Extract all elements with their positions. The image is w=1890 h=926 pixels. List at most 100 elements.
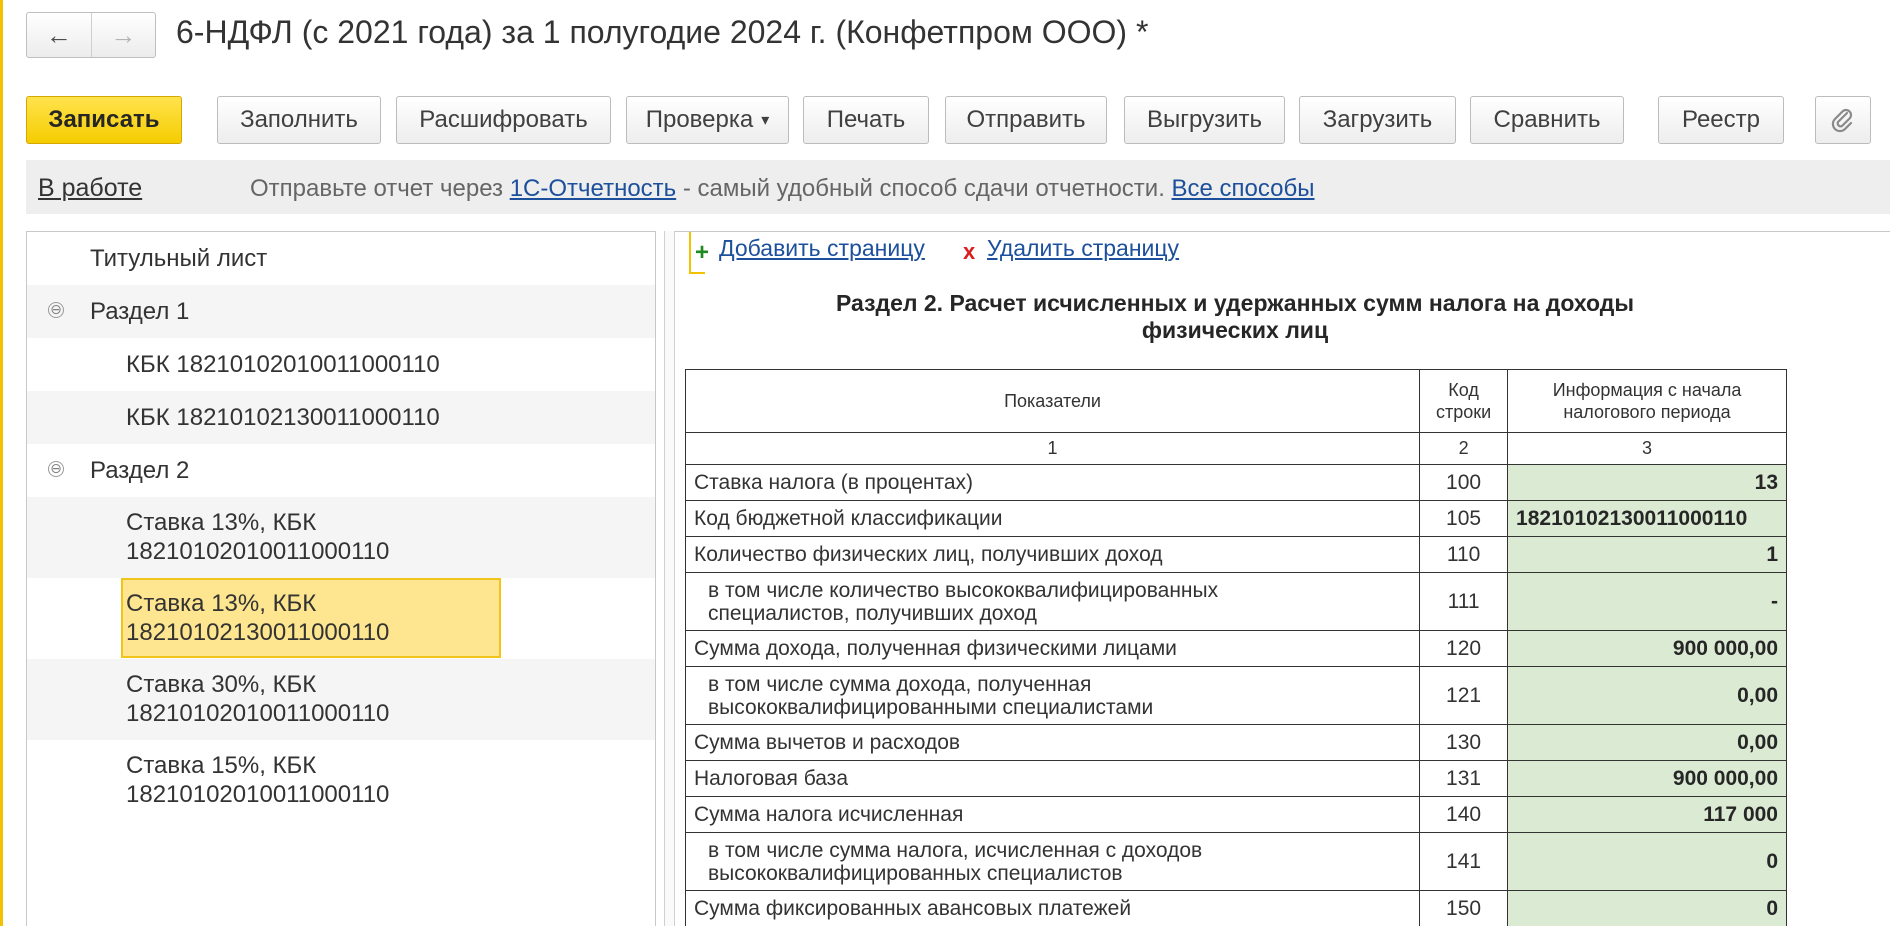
- tree-item-section1[interactable]: ⊖ Раздел 1: [27, 285, 655, 338]
- all-methods-link[interactable]: Все способы: [1172, 175, 1315, 202]
- tree-item-kbk-1[interactable]: КБК 18210102010011000110: [27, 338, 655, 391]
- table-row: Сумма фиксированных авансовых платежей 1…: [684, 890, 1787, 926]
- export-button[interactable]: Выгрузить: [1124, 96, 1285, 144]
- table-header-row: Показатели Код строки Информация с начала…: [684, 369, 1787, 433]
- report-table: Показатели Код строки Информация с начала…: [684, 369, 1787, 926]
- table-row: в том числе сумма дохода, полученная высо…: [684, 666, 1787, 725]
- value-cell[interactable]: 900 000,00: [1507, 760, 1787, 797]
- info-message: Отправьте отчет через 1С-Отчетность - са…: [250, 175, 1315, 203]
- tree-item-label: Ставка 13%, КБК 18210102130011000110: [126, 590, 390, 646]
- registry-button[interactable]: Реестр: [1658, 96, 1784, 144]
- tree-item-label: Раздел 1: [90, 298, 190, 325]
- table-row: Сумма налога исчисленная 140 117 000: [684, 796, 1787, 833]
- row-code: 140: [1419, 796, 1509, 833]
- report-form-panel: + Добавить страницу x Удалить страницу Р…: [675, 231, 1890, 926]
- tree-item-section2[interactable]: ⊖ Раздел 2: [27, 444, 655, 497]
- check-label: Проверка: [645, 106, 754, 133]
- info-bar: В работе Отправьте отчет через 1С-Отчетн…: [26, 160, 1890, 214]
- window-accent-border: [0, 0, 3, 926]
- info-text-before: Отправьте отчет через: [250, 175, 510, 202]
- delete-page-link[interactable]: Удалить страницу: [987, 235, 1179, 262]
- service-link[interactable]: 1С-Отчетность: [510, 175, 676, 202]
- plus-icon: +: [695, 239, 710, 266]
- row-label: в том числе сумма дохода, полученная высо…: [684, 666, 1421, 725]
- row-code: 120: [1419, 630, 1509, 667]
- value-cell[interactable]: 117 000: [1507, 796, 1787, 833]
- table-row: Сумма вычетов и расходов 130 0,00: [684, 724, 1787, 761]
- chevron-down-icon: ▾: [761, 112, 770, 129]
- tree-item-rate-30[interactable]: Ставка 30%, КБК 18210102010011000110: [27, 659, 655, 740]
- history-nav: ← →: [26, 12, 156, 58]
- tree-item-rate-13-1[interactable]: Ставка 13%, КБК 18210102010011000110: [27, 497, 655, 578]
- row-code: 105: [1419, 500, 1509, 537]
- arrow-right-icon: →: [110, 19, 137, 50]
- add-page-link[interactable]: Добавить страницу: [719, 235, 925, 262]
- row-label: в том числе количество высококвалифициро…: [684, 572, 1421, 631]
- header-code: Код строки: [1419, 369, 1509, 433]
- row-label: Налоговая база: [684, 760, 1421, 797]
- row-label: Сумма вычетов и расходов: [684, 724, 1421, 761]
- value-cell[interactable]: 18210102130011000110: [1507, 500, 1787, 537]
- table-row: Сумма дохода, полученная физическими лиц…: [684, 630, 1787, 667]
- row-label: Количество физических лиц, получивших до…: [684, 536, 1421, 573]
- forward-button[interactable]: →: [90, 13, 156, 57]
- table-row: Налоговая база 131 900 000,00: [684, 760, 1787, 797]
- tree-item-rate-15[interactable]: Ставка 15%, КБК 18210102010011000110: [27, 740, 655, 822]
- check-dropdown-button[interactable]: Проверка ▾: [626, 96, 789, 144]
- status-link[interactable]: В работе: [38, 174, 142, 203]
- paperclip-icon: [1831, 108, 1853, 133]
- column-number: 1: [684, 432, 1421, 465]
- row-code: 131: [1419, 760, 1509, 797]
- value-cell[interactable]: 13: [1507, 464, 1787, 501]
- tree-item-label: Ставка 13%, КБК 18210102010011000110: [126, 509, 390, 565]
- print-button[interactable]: Печать: [803, 96, 929, 144]
- arrow-left-icon: ←: [45, 19, 72, 50]
- row-code: 110: [1419, 536, 1509, 573]
- collapse-icon[interactable]: ⊖: [48, 302, 64, 318]
- collapse-icon[interactable]: ⊖: [48, 461, 64, 477]
- compare-button[interactable]: Сравнить: [1470, 96, 1624, 144]
- panel-splitter[interactable]: [664, 231, 675, 926]
- tree-item-kbk-2[interactable]: КБК 18210102130011000110: [27, 391, 655, 444]
- delete-icon: x: [963, 239, 976, 264]
- row-label: Сумма фиксированных авансовых платежей: [684, 890, 1421, 926]
- save-button[interactable]: Записать: [26, 96, 182, 144]
- header-indicators: Показатели: [684, 369, 1421, 433]
- value-cell[interactable]: 0: [1507, 890, 1787, 926]
- row-code: 100: [1419, 464, 1509, 501]
- table-row: Ставка налога (в процентах) 100 13: [684, 464, 1787, 501]
- row-code: 130: [1419, 724, 1509, 761]
- tree-item-label: КБК 18210102010011000110: [126, 351, 440, 378]
- send-button[interactable]: Отправить: [945, 96, 1107, 144]
- tree-item-label: Ставка 30%, КБК 18210102010011000110: [126, 671, 390, 727]
- row-code: 121: [1419, 666, 1509, 725]
- value-cell[interactable]: -: [1507, 572, 1787, 631]
- value-cell[interactable]: 0,00: [1507, 724, 1787, 761]
- back-button[interactable]: ←: [27, 13, 91, 57]
- row-code: 111: [1419, 572, 1509, 631]
- column-number-row: 1 2 3: [684, 432, 1787, 465]
- row-label: Ставка налога (в процентах): [684, 464, 1421, 501]
- row-code: 141: [1419, 832, 1509, 891]
- row-code: 150: [1419, 890, 1509, 926]
- fill-button[interactable]: Заполнить: [217, 96, 381, 144]
- focus-marker: [689, 272, 705, 274]
- value-cell[interactable]: 0,00: [1507, 666, 1787, 725]
- tree-item-label: Ставка 15%, КБК 18210102010011000110: [126, 752, 390, 808]
- tree-item-label: КБК 18210102130011000110: [126, 404, 440, 431]
- tree-item-rate-13-2[interactable]: Ставка 13%, КБК 18210102130011000110: [27, 578, 655, 659]
- value-cell[interactable]: 900 000,00: [1507, 630, 1787, 667]
- window-title: 6-НДФЛ (с 2021 года) за 1 полугодие 2024…: [176, 14, 1149, 50]
- row-label: Код бюджетной классификации: [684, 500, 1421, 537]
- page-actions: + Добавить страницу x Удалить страницу: [689, 232, 1289, 274]
- attach-button[interactable]: [1815, 96, 1871, 144]
- tree-item-label: Титульный лист: [90, 245, 268, 272]
- decode-button[interactable]: Расшифровать: [396, 96, 611, 144]
- info-text-after: - самый удобный способ сдачи отчетности.: [676, 175, 1172, 202]
- section-title: Раздел 2. Расчет исчисленных и удержанны…: [835, 290, 1635, 343]
- import-button[interactable]: Загрузить: [1299, 96, 1456, 144]
- table-row: Количество физических лиц, получивших до…: [684, 536, 1787, 573]
- tree-item-title-page[interactable]: Титульный лист: [27, 232, 655, 285]
- value-cell[interactable]: 1: [1507, 536, 1787, 573]
- value-cell[interactable]: 0: [1507, 832, 1787, 891]
